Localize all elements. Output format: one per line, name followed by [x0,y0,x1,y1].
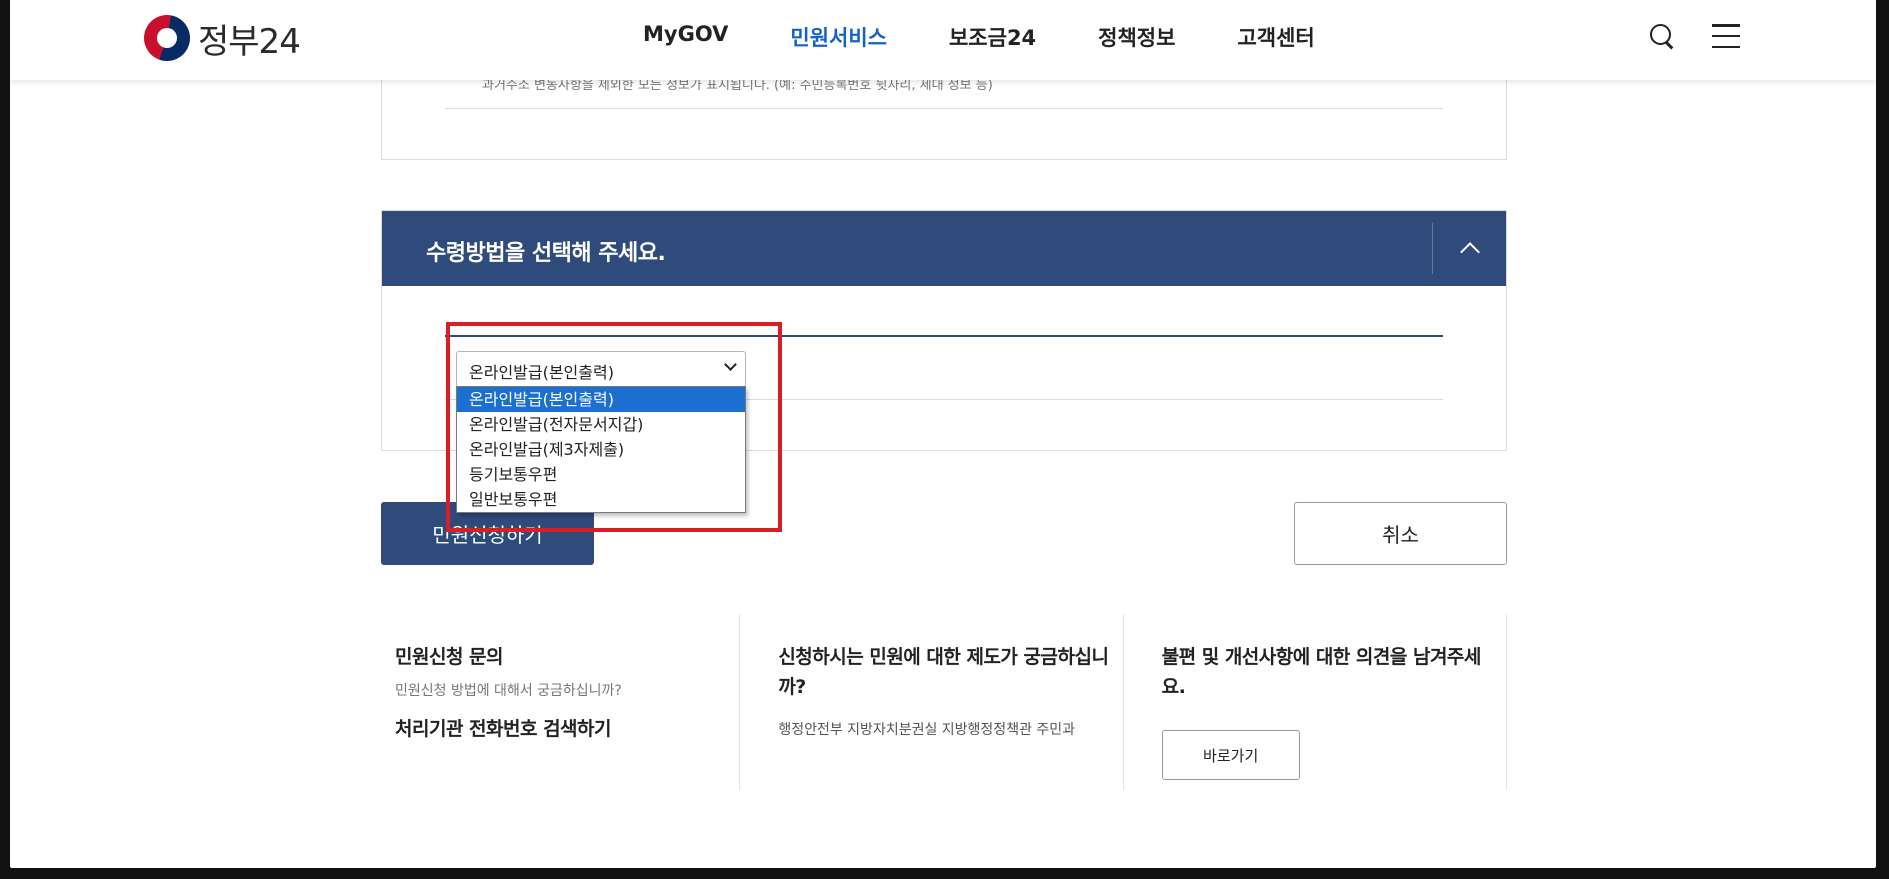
nav-subsidy24[interactable]: 보조금24 [949,22,1036,52]
shortcut-button[interactable]: 바로가기 [1161,730,1300,780]
option-regular-mail[interactable]: 일반보통우편 [457,487,745,512]
info-panel: 민원신청 문의 민원신청 방법에 대해서 궁금하십니까? 처리기관 전화번호 검… [381,614,1507,790]
info-subtitle: 민원신청 방법에 대해서 궁금하십니까? [395,683,622,699]
hamburger-menu-icon[interactable] [1712,24,1740,48]
receipt-method-header: 수령방법을 선택해 주세요. [382,211,1506,286]
nav-policy-info[interactable]: 정책정보 [1098,22,1175,52]
main-nav: MyGOV 민원서비스 보조금24 정책정보 고객센터 [643,22,1315,52]
nav-mygov[interactable]: MyGOV [643,22,728,52]
chevron-down-icon [724,358,737,371]
site-header: 정부24 MyGOV 민원서비스 보조금24 정책정보 고객센터 [10,0,1876,80]
receipt-method-select[interactable]: 온라인발급(본인출력) [456,351,746,387]
info-title: 민원신청 문의 [395,646,504,668]
chevron-up-icon [1460,242,1480,262]
nav-civil-service[interactable]: 민원서비스 [790,22,887,52]
option-online-third-party[interactable]: 온라인발급(제3자제출) [457,437,745,462]
info-column-system: 신청하시는 민원에 대한 제도가 궁금하십니까? 행정안전부 지방자치분권실 지… [740,614,1124,790]
header-icons [1648,22,1740,50]
site-logo[interactable]: 정부24 [144,14,301,62]
cancel-button[interactable]: 취소 [1294,502,1507,565]
browser-viewport: 정부24 MyGOV 민원서비스 보조금24 정책정보 고객센터 과거주소 변동… [10,0,1876,868]
info-column-feedback: 불편 및 개선사항에 대한 의견을 남겨주세요. 바로가기 [1124,614,1507,790]
logo-text: 정부24 [198,21,301,62]
info-column-inquiry: 민원신청 문의 민원신청 방법에 대해서 궁금하십니까? 처리기관 전화번호 검… [381,614,741,790]
divider [445,335,1443,337]
option-online-e-wallet[interactable]: 온라인발급(전자문서지갑) [457,412,745,437]
option-registered-mail[interactable]: 등기보통우편 [457,462,745,487]
agency-phone-search-link[interactable]: 처리기관 전화번호 검색하기 [395,714,725,741]
option-online-self-print[interactable]: 온라인발급(본인출력) [457,387,745,412]
info-description: 행정안전부 지방자치분권실 지방행정정책관 주민과 [778,722,1076,738]
nav-customer-center[interactable]: 고객센터 [1237,22,1314,52]
section-title: 수령방법을 선택해 주세요. [426,241,666,266]
receipt-method-dropdown: 온라인발급(본인출력) 온라인발급(전자문서지갑) 온라인발급(제3자제출) 등… [456,386,746,513]
info-title: 불편 및 개선사항에 대한 의견을 남겨주세요. [1161,646,1482,698]
info-title: 신청하시는 민원에 대한 제도가 궁금하십니까? [778,646,1109,698]
select-value: 온라인발급(본인출력) [469,363,614,382]
search-icon[interactable] [1648,22,1676,50]
divider [445,108,1443,109]
section-collapse-button[interactable] [1432,223,1506,274]
taegeuk-logo-icon [144,15,190,61]
